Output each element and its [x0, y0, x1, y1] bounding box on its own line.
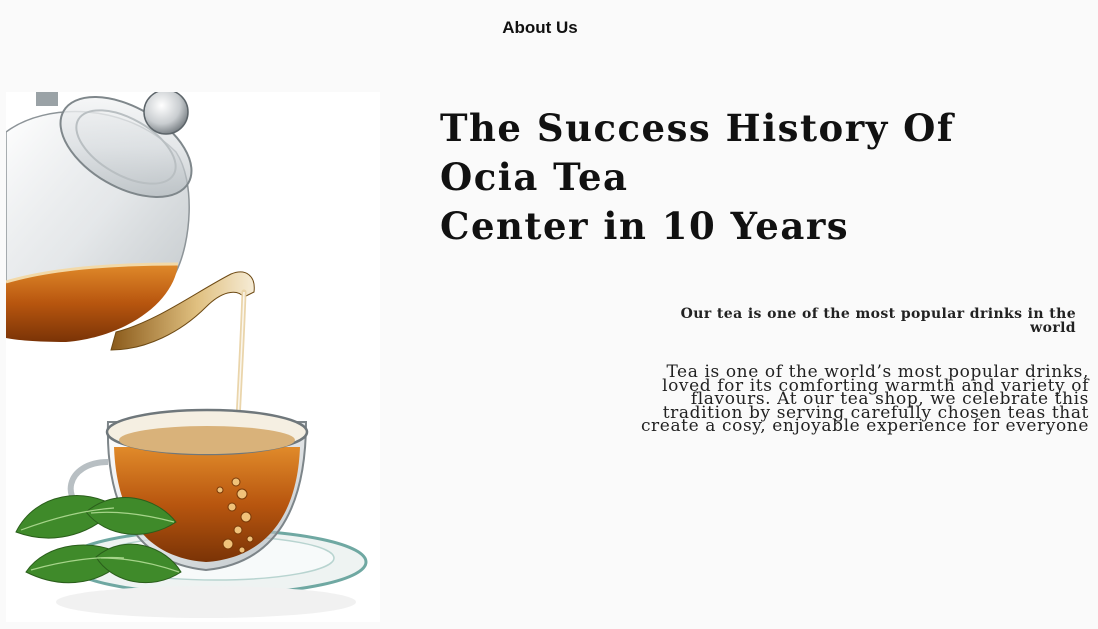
page-headline: The Success History Of Ocia Tea Center i…	[440, 104, 1040, 251]
headline-line-1: The Success History Of Ocia Tea	[440, 106, 955, 199]
page-nav-title[interactable]: About Us	[0, 18, 1080, 38]
headline-line-2: Center in 10 Years	[440, 204, 850, 248]
teapot-pouring-tea-image	[6, 92, 380, 622]
hero-body-text: Tea is one of the world’s most popular d…	[640, 362, 1089, 436]
hero-subheading: Our tea is one of the most popular drink…	[680, 306, 1076, 336]
